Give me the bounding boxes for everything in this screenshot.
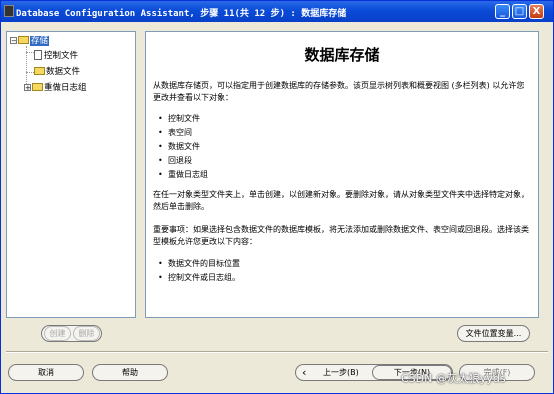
create-button[interactable]: 创建: [44, 326, 71, 341]
instruction-text: 在任一对象类型文件夹上，单击创建，以创建新对象。要删除对象，请从对象类型文件夹中…: [153, 190, 529, 211]
title-bar[interactable]: Database Configuration Assistant, 步骤 11(…: [1, 1, 553, 22]
collapse-icon[interactable]: −: [10, 37, 17, 45]
list-item: 数据文件的目标位置: [158, 258, 240, 270]
tree-item-storage[interactable]: − 存储: [10, 35, 50, 47]
watermark: CSDN @灰太狼yyds: [401, 372, 506, 385]
tree-item-label: 控制文件: [44, 51, 79, 61]
back-button[interactable]: 上一步(B): [323, 367, 359, 379]
dbca-window: Database Configuration Assistant, 步骤 11(…: [0, 0, 554, 394]
list-item: 控制文件或日志组。: [158, 272, 240, 284]
list-item: 表空间: [158, 127, 192, 139]
folder-open-icon: [18, 36, 29, 44]
important-note: 重要事项：如果选择包含数据文件的数据库模板，将无法添加或删除数据文件、表空间或回…: [153, 225, 529, 246]
tree-item-label: 数据文件: [46, 67, 81, 77]
tree-connector: [26, 72, 34, 73]
help-content-panel: 数据库存储 从数据库存储页，可以指定用于创建数据库的存储参数。该页显示树列表和概…: [145, 31, 539, 318]
tree-item-data-files[interactable]: 数据文件: [34, 66, 80, 78]
tree-connector: [26, 52, 34, 53]
back-arrow-icon: ‹: [302, 366, 307, 379]
delete-button[interactable]: 删除: [73, 326, 100, 341]
list-item: 控制文件: [158, 113, 200, 125]
tree-item-redo-log-groups[interactable]: + 重做日志组: [24, 82, 87, 94]
file-location-variables-button[interactable]: 文件位置变量...: [457, 325, 530, 342]
tree-item-label: 重做日志组: [44, 83, 87, 93]
cancel-button[interactable]: 取消: [8, 364, 84, 381]
tree-item-label: 存储: [30, 36, 50, 46]
intro-text: 从数据库存储页，可以指定用于创建数据库的存储参数。该页显示树列表和概要视图 (多…: [153, 81, 525, 102]
folder-icon: [32, 83, 43, 91]
tree-item-control-files[interactable]: 控制文件: [34, 50, 78, 62]
page-title: 数据库存储: [304, 46, 380, 64]
expand-icon[interactable]: +: [24, 84, 31, 92]
window-title: Database Configuration Assistant, 步骤 11(…: [16, 9, 347, 19]
maximize-button[interactable]: □: [512, 4, 527, 19]
tree-action-buttons: 创建 删除: [41, 325, 102, 342]
minimize-button[interactable]: _: [495, 4, 510, 19]
app-icon: [4, 5, 14, 17]
list-item: 重做日志组: [158, 169, 208, 181]
control-file-icon: [34, 50, 42, 60]
folder-icon: [34, 67, 45, 75]
list-item: 数据文件: [158, 141, 200, 153]
divider: [6, 351, 548, 353]
close-button[interactable]: X: [529, 4, 544, 19]
help-button[interactable]: 帮助: [92, 364, 168, 381]
storage-tree: − 存储 控制文件 数据文件 + 重做日志组: [6, 31, 136, 318]
list-item: 回退段: [158, 155, 192, 167]
